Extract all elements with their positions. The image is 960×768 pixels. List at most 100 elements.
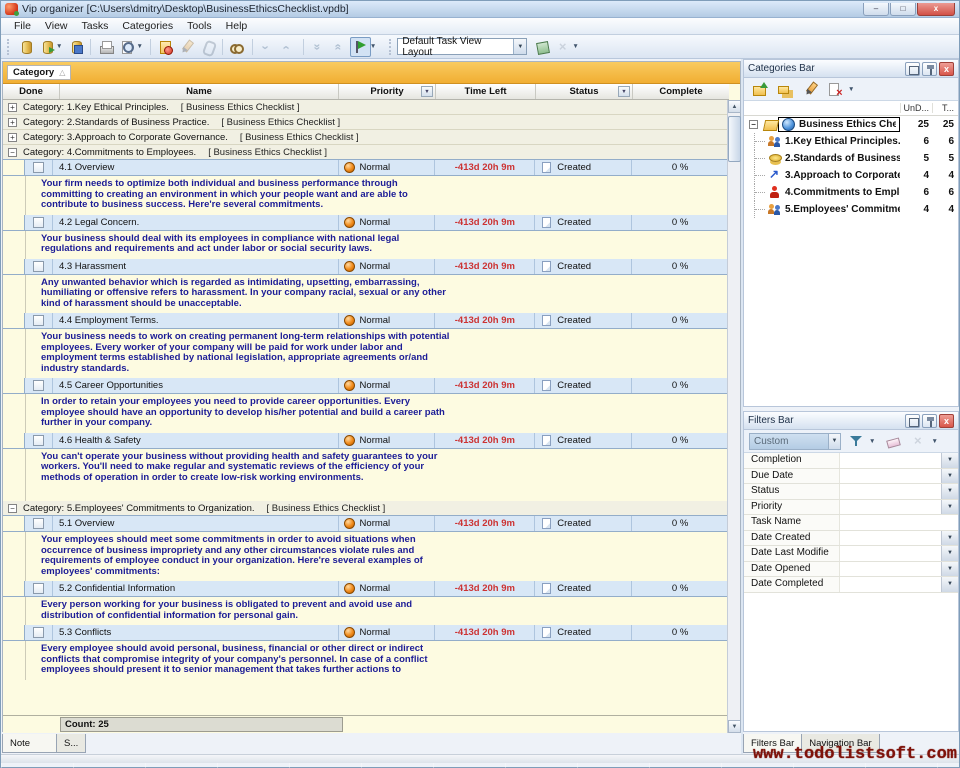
new-database-button[interactable] [15, 37, 36, 57]
menu-item-file[interactable]: File [7, 19, 38, 33]
print-preview-button[interactable] [116, 37, 137, 57]
chevron-down-icon[interactable]: ▼ [828, 434, 840, 449]
filter-dropdown-button[interactable]: ▼ [941, 500, 958, 515]
restore-panel-button[interactable] [905, 62, 920, 76]
tab-s[interactable]: S... [56, 734, 86, 753]
new-task-button[interactable] [155, 37, 176, 57]
filter-dropdown-button[interactable]: ▼ [941, 469, 958, 484]
category-group-row[interactable]: +Category: 2.Standards of Business Pract… [3, 115, 728, 130]
category-tree-item[interactable]: 5.Employees' Commitments t44 [744, 201, 958, 218]
filter-preset-combobox[interactable]: Custom ▼ [749, 433, 841, 450]
task-row[interactable]: 5.1 OverviewNormal-413d 20h 9mCreated0 % [3, 515, 728, 532]
status-filter-dropdown[interactable]: ▼ [618, 86, 630, 97]
group-by-category-chip[interactable]: Category △ [7, 65, 71, 80]
menu-item-view[interactable]: View [38, 19, 75, 33]
filter-dropdown-button[interactable]: ▼ [941, 531, 958, 546]
add-subcategory-button[interactable] [774, 79, 795, 99]
collapse-icon[interactable]: − [749, 120, 758, 129]
expand-icon[interactable]: + [8, 118, 17, 127]
category-group-row[interactable]: −Category: 5.Employees' Commitments to O… [3, 501, 728, 516]
column-header-complete[interactable]: Complete [633, 84, 729, 99]
filter-value-field[interactable] [840, 469, 941, 484]
menu-item-tools[interactable]: Tools [180, 19, 219, 33]
scrollbar-thumb[interactable] [728, 116, 741, 162]
done-checkbox[interactable] [33, 627, 44, 638]
scroll-down-icon[interactable]: ▼ [728, 720, 741, 733]
go-flag-button[interactable] [350, 37, 371, 57]
column-header-done[interactable]: Done [3, 84, 60, 99]
column-header-priority[interactable]: Priority ▼ [339, 84, 436, 99]
menu-item-help[interactable]: Help [219, 19, 255, 33]
category-tree-item[interactable]: 4.Commitments to Employees66 [744, 184, 958, 201]
toolbar-overflow-icon[interactable]: ▼ [848, 86, 854, 93]
task-row[interactable]: 4.4 Employment Terms.Normal-413d 20h 9mC… [3, 312, 728, 329]
category-group-row[interactable]: +Category: 3.Approach to Corporate Gover… [3, 130, 728, 145]
chevron-down-icon[interactable]: ▼ [869, 438, 875, 445]
maximize-button[interactable]: □ [890, 3, 916, 16]
save-layout-button[interactable] [531, 37, 552, 57]
chevron-down-icon[interactable]: ▼ [513, 39, 526, 54]
task-row[interactable]: 5.2 Confidential InformationNormal-413d … [3, 580, 728, 597]
delete-category-button[interactable] [824, 79, 845, 99]
toolbar-overflow-icon[interactable]: ▼ [572, 43, 578, 50]
task-row[interactable]: 4.2 Legal Concern.Normal-413d 20h 9mCrea… [3, 214, 728, 231]
done-checkbox[interactable] [33, 435, 44, 446]
close-panel-button[interactable]: x [939, 62, 954, 76]
category-tree-item[interactable]: −Business Ethics Checklist2525 [744, 116, 958, 133]
menu-item-tasks[interactable]: Tasks [75, 19, 116, 33]
filter-value-field[interactable] [840, 577, 941, 592]
clear-filter-button[interactable] [882, 431, 903, 451]
done-checkbox[interactable] [33, 217, 44, 228]
task-row[interactable]: 4.3 HarassmentNormal-413d 20h 9mCreated0… [3, 258, 728, 275]
column-header-status[interactable]: Status ▼ [536, 84, 633, 99]
chevron-down-icon[interactable]: ▼ [136, 43, 142, 50]
close-panel-button[interactable]: x [939, 414, 954, 428]
tab-note[interactable]: Note [2, 734, 57, 753]
done-checkbox[interactable] [33, 261, 44, 272]
task-row[interactable]: 5.3 ConflictsNormal-413d 20h 9mCreated0 … [3, 624, 728, 641]
toolbar-grip[interactable] [389, 39, 393, 55]
menu-item-categories[interactable]: Categories [115, 19, 180, 33]
done-checkbox[interactable] [33, 315, 44, 326]
toolbar-overflow-icon[interactable]: ▼ [931, 438, 937, 445]
filter-value-field[interactable] [840, 484, 941, 499]
task-row[interactable]: 4.1 OverviewNormal-413d 20h 9mCreated0 % [3, 159, 728, 176]
filter-dropdown-button[interactable]: ▼ [941, 484, 958, 499]
done-checkbox[interactable] [33, 583, 44, 594]
task-row[interactable]: 4.6 Health & SafetyNormal-413d 20h 9mCre… [3, 432, 728, 449]
category-tree-item[interactable]: 3.Approach to Corporate Go44 [744, 167, 958, 184]
collapse-icon[interactable]: − [8, 148, 17, 157]
done-checkbox[interactable] [33, 518, 44, 529]
layout-combobox[interactable]: Default Task View Layout ▼ [397, 38, 527, 55]
save-database-button[interactable] [65, 37, 86, 57]
column-header-undone[interactable]: UnD... [900, 103, 932, 113]
filter-value-field[interactable] [840, 562, 941, 577]
filter-value-field[interactable] [840, 453, 941, 468]
view-notes-button[interactable] [227, 37, 248, 57]
filter-dropdown-button[interactable]: ▼ [941, 453, 958, 468]
column-header-time-left[interactable]: Time Left [436, 84, 536, 99]
close-button[interactable]: x [917, 3, 955, 16]
category-group-row[interactable]: −Category: 4.Commitments to Employees.[ … [3, 145, 728, 160]
table-scrollbar[interactable]: ▲ ▼ [727, 100, 740, 733]
priority-filter-dropdown[interactable]: ▼ [421, 86, 433, 97]
collapse-icon[interactable]: − [8, 504, 17, 513]
open-database-button[interactable] [36, 37, 57, 57]
apply-filter-button[interactable] [845, 431, 866, 451]
edit-category-button[interactable] [799, 79, 820, 99]
column-header-total[interactable]: T... [932, 103, 958, 113]
new-category-button[interactable] [749, 79, 770, 99]
category-tree-item[interactable]: 2.Standards of Business Pra55 [744, 150, 958, 167]
category-tree-item[interactable]: 1.Key Ethical Principles.66 [744, 133, 958, 150]
expand-icon[interactable]: + [8, 133, 17, 142]
task-row[interactable]: 4.5 Career OpportunitiesNormal-413d 20h … [3, 377, 728, 394]
restore-panel-button[interactable] [905, 414, 920, 428]
filter-dropdown-button[interactable]: ▼ [941, 577, 958, 592]
filter-value-field[interactable] [840, 500, 941, 515]
category-group-row[interactable]: +Category: 1.Key Ethical Principles.[ Bu… [3, 100, 728, 115]
filter-dropdown-button[interactable]: ▼ [941, 562, 958, 577]
done-checkbox[interactable] [33, 162, 44, 173]
done-checkbox[interactable] [33, 380, 44, 391]
pin-panel-button[interactable] [922, 414, 937, 428]
scroll-up-icon[interactable]: ▲ [728, 100, 741, 113]
